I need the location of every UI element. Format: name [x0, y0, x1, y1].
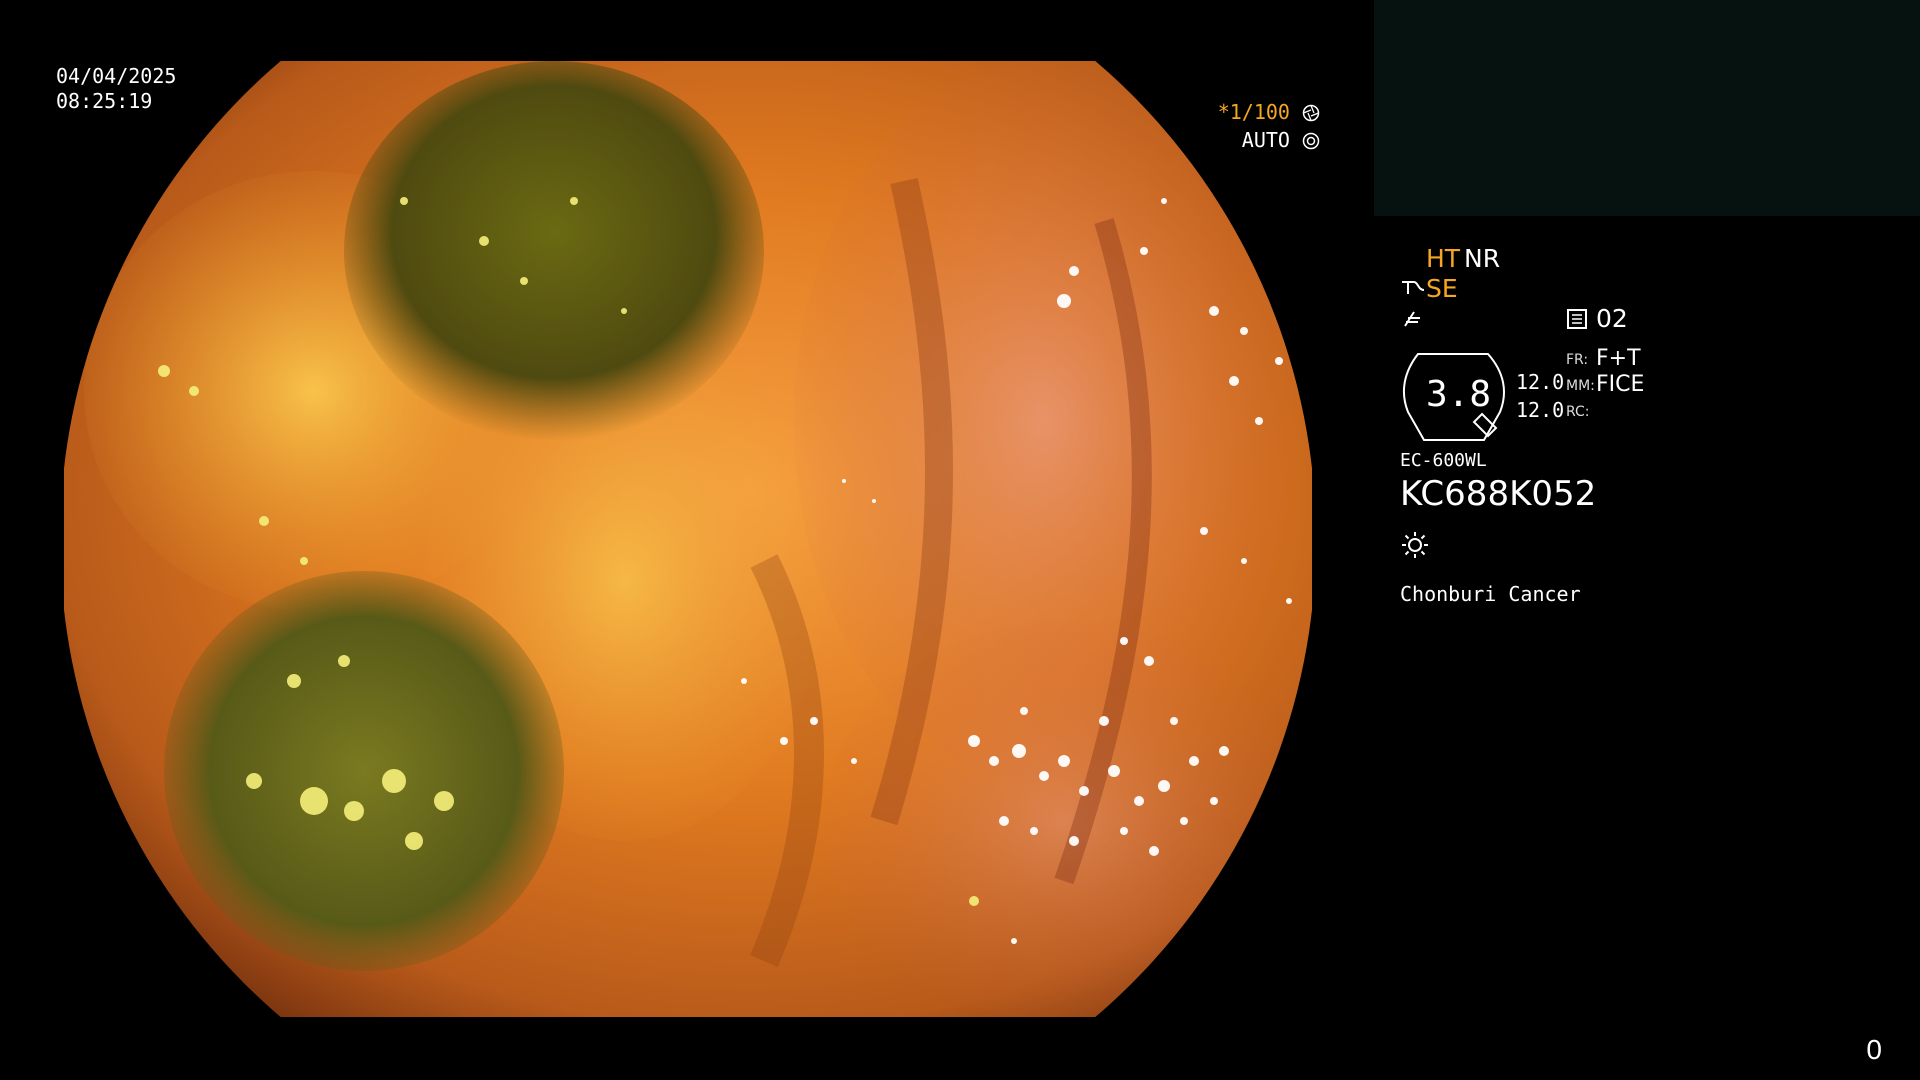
- fr-value: F+T: [1596, 346, 1641, 371]
- zoom-value: 3.8: [1426, 374, 1492, 415]
- scope-model: EC-600WL: [1400, 450, 1487, 471]
- iris-icon: [1302, 132, 1320, 150]
- thumbnail-area: [1374, 0, 1920, 216]
- shutter-mode-value: AUTO: [1241, 128, 1290, 152]
- time-label: 08:25:19: [56, 89, 153, 113]
- mm-label: MM:: [1566, 378, 1595, 394]
- date-label: 04/04/2025: [56, 64, 177, 88]
- zoom-badge: 3.8: [1400, 352, 1508, 441]
- value-top: 12.0: [1516, 370, 1565, 394]
- shutter-speed-row: *1/100: [1218, 98, 1320, 126]
- aperture-icon: [1302, 104, 1320, 122]
- memory-channel-icon: [1567, 309, 1587, 329]
- nr-label: NR: [1464, 244, 1501, 273]
- info-panel: HT NR SE 02 3.8 12.0 12.0 FR: F+T MM: FI…: [1400, 240, 1900, 640]
- endoscopic-image: [64, 61, 1312, 1017]
- value-bottom: 12.0: [1516, 398, 1565, 422]
- shutter-star-icon: *: [1217, 100, 1230, 124]
- shutter-mode-row: AUTO: [1218, 126, 1320, 154]
- shutter-readout: *1/100 AUTO: [1218, 98, 1320, 154]
- se-label: SE: [1426, 274, 1458, 303]
- mm-value: FICE: [1596, 372, 1645, 397]
- scope-serial: KC688K052: [1400, 474, 1597, 514]
- scope-curve-icon: [1404, 311, 1420, 327]
- ht-label: HT: [1426, 244, 1461, 273]
- institution-name: Chonburi Cancer: [1400, 582, 1581, 606]
- rc-label: RC:: [1566, 404, 1590, 420]
- fr-label: FR:: [1566, 352, 1589, 368]
- timestamp: 04/04/2025 08:25:19: [56, 64, 176, 114]
- shutter-speed-value: 1/100: [1229, 100, 1290, 124]
- image-counter: 0: [1866, 1034, 1882, 1065]
- enhance-icon: [1402, 281, 1425, 294]
- channel-value: 02: [1596, 304, 1628, 333]
- sun-icon: [1402, 532, 1428, 558]
- endoscope-view: [64, 61, 1312, 1017]
